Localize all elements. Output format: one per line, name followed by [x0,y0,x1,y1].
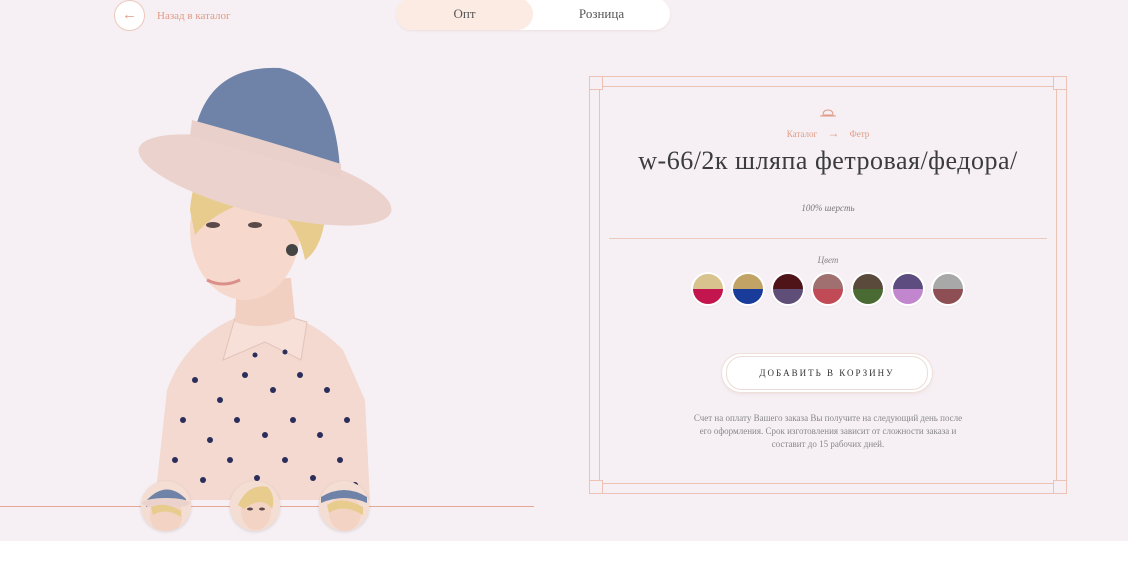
back-to-catalog-link[interactable]: ← Назад в каталог [114,0,231,31]
swatch-bottom [733,289,763,304]
product-photo [138,67,392,500]
thumbnail-image [141,481,191,531]
gallery-thumbnail[interactable] [230,481,280,531]
add-to-cart-label: ДОБАВИТЬ В КОРЗИНУ [726,356,928,390]
toggle-retail[interactable]: Розница [533,0,670,30]
gallery-thumbnail[interactable] [141,481,191,531]
swatch-top [853,274,883,289]
add-to-cart-button[interactable]: ДОБАВИТЬ В КОРЗИНУ [722,354,932,392]
product-card: Каталог → Фетр w-66/2к шляпа фетровая/фе… [589,76,1067,494]
order-note: Счет на оплату Вашего заказа Вы получите… [693,413,963,449]
breadcrumb: Каталог → Фетр [589,126,1067,141]
price-mode-toggle: Опт Розница [396,0,670,30]
swatch-bottom [893,289,923,304]
color-swatch[interactable] [933,274,963,304]
color-swatch[interactable] [733,274,763,304]
page-stage: ← Назад в каталог Опт Розница Каталог → … [0,0,1128,541]
color-swatches [693,274,963,304]
frame-corner [589,76,603,90]
thumbnail-image [230,481,280,531]
product-title: w-66/2к шляпа фетровая/федора/ [638,146,1018,175]
color-swatch[interactable] [853,274,883,304]
gallery-thumbnail[interactable] [319,481,369,531]
swatch-bottom [933,289,963,304]
thumbnail-image [319,481,369,531]
color-swatch[interactable] [813,274,843,304]
swatch-top [773,274,803,289]
breadcrumb-catalog[interactable]: Каталог [787,129,817,139]
breadcrumb-category[interactable]: Фетр [850,129,870,139]
back-label: Назад в каталог [157,9,231,22]
arrow-right-icon: → [827,126,840,140]
swatch-bottom [693,289,723,304]
swatch-bottom [813,289,843,304]
swatch-top [813,274,843,289]
product-material: 100% шерсть [801,203,855,213]
frame-corner [1053,76,1067,90]
color-swatch[interactable] [893,274,923,304]
frame-corner [1053,480,1067,494]
swatch-bottom [773,289,803,304]
color-swatch[interactable] [693,274,723,304]
hat-icon [820,109,836,117]
swatch-top [693,274,723,289]
divider [609,238,1047,239]
swatch-top [733,274,763,289]
color-label: Цвет [817,255,839,265]
swatch-top [893,274,923,289]
swatch-top [933,274,963,289]
swatch-bottom [853,289,883,304]
toggle-wholesale[interactable]: Опт [396,0,533,30]
frame-corner [589,480,603,494]
arrow-left-icon: ← [114,0,145,31]
color-swatch[interactable] [773,274,803,304]
